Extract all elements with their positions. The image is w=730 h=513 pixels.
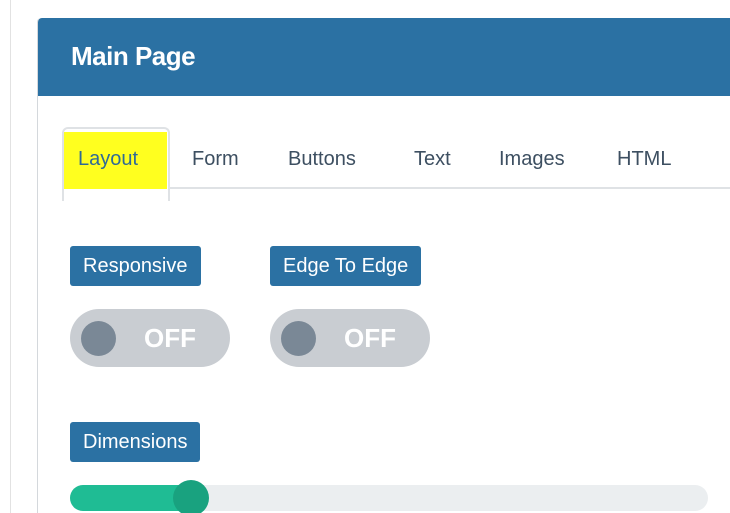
tab-images[interactable]: Images [499, 148, 565, 171]
page: Main Page Layout Form Buttons Text Image… [0, 0, 730, 513]
panel-header: Main Page [38, 18, 730, 96]
toggle-state: OFF [344, 323, 396, 353]
toggle-state: OFF [144, 323, 196, 353]
tab-buttons[interactable]: Buttons [288, 148, 356, 171]
edge-to-edge-toggle[interactable]: OFF [270, 309, 430, 367]
dimensions-slider[interactable] [70, 480, 708, 513]
main-panel: Main Page Layout Form Buttons Text Image… [37, 18, 730, 513]
responsive-toggle[interactable]: OFF [70, 309, 230, 367]
tab-text[interactable]: Text [414, 148, 451, 171]
tab-bar-divider [166, 187, 730, 189]
toggle-knob [281, 321, 316, 356]
left-divider [10, 0, 11, 513]
panel-title: Main Page [71, 41, 196, 71]
tab-layout[interactable]: Layout [78, 148, 138, 171]
slider-handle[interactable] [173, 480, 209, 513]
responsive-label: Responsive [70, 246, 201, 286]
edge-to-edge-label: Edge To Edge [270, 246, 422, 286]
dimensions-label: Dimensions [70, 422, 201, 462]
tab-bar: Layout Form Buttons Text Images HTML [54, 126, 730, 201]
toggle-knob [81, 321, 116, 356]
tab-form[interactable]: Form [192, 148, 239, 171]
tab-html[interactable]: HTML [617, 148, 671, 171]
